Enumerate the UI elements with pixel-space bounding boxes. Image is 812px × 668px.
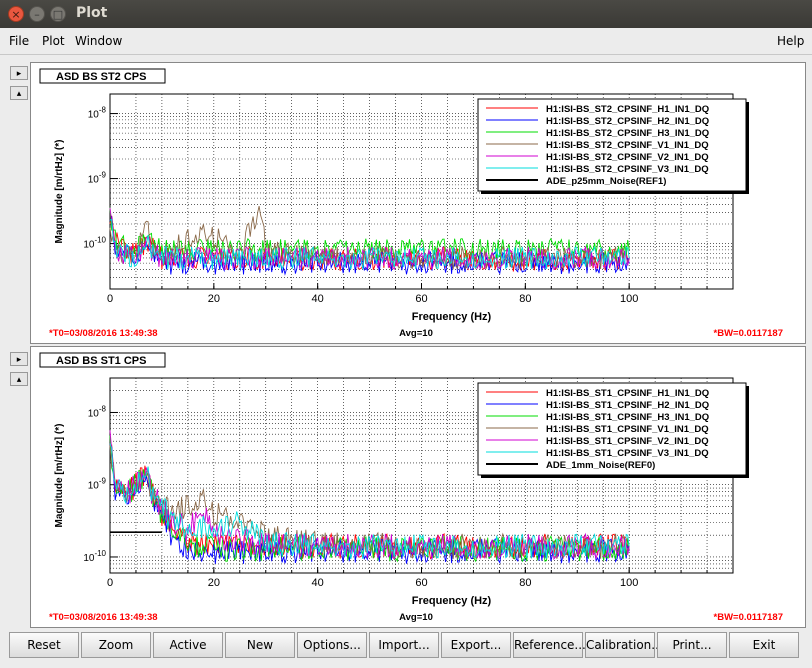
x-tick-label: 0 <box>107 293 113 305</box>
x-tick-label: 0 <box>107 577 113 589</box>
legend-label-2: H1:ISI-BS_ST1_CPSINF_H3_IN1_DQ <box>546 412 709 423</box>
active-button[interactable]: Active <box>153 632 223 658</box>
x-tick-label: 40 <box>312 293 324 305</box>
expand-pane-button-2[interactable]: ▸ <box>10 352 28 366</box>
expand-pane-button-1[interactable]: ▸ <box>10 66 28 80</box>
chart-st2[interactable]: ASD BS ST2 CPS 0 20 40 60 80 100 10-10 10-9 10-8 F… <box>31 63 805 343</box>
menu-window[interactable]: Window <box>75 34 122 48</box>
footer-avg: Avg=10 <box>399 328 433 339</box>
chart-st1[interactable]: ASD BS ST1 CPS 0 20 40 60 80 100 10-10 10-9 10-8 F… <box>31 347 805 627</box>
legend-label-4: H1:ISI-BS_ST1_CPSINF_V2_IN1_DQ <box>546 436 709 447</box>
minimize-window-button[interactable]: – <box>29 6 45 22</box>
print-button[interactable]: Print... <box>657 632 727 658</box>
chart-title: ASD BS ST2 CPS <box>56 71 146 83</box>
x-tick-label: 60 <box>415 293 427 305</box>
legend-label-6: ADE_p25mm_Noise(REF1) <box>546 176 666 187</box>
bottom-toolbar: Reset Zoom Active New Options... Import.… <box>0 628 812 668</box>
x-tick-label: 20 <box>208 293 220 305</box>
footer-bw: *BW=0.0117187 <box>714 328 783 339</box>
menu-file[interactable]: File <box>9 34 29 48</box>
x-axis-label: Frequency (Hz) <box>412 595 492 607</box>
chart-title: ASD BS ST1 CPS <box>56 355 146 367</box>
reference-button[interactable]: Reference... <box>513 632 586 658</box>
window-title: Plot <box>76 5 108 21</box>
series-group <box>109 206 630 276</box>
y-axis-label: Magnitude [m/rtHz] (*) <box>54 140 65 244</box>
plot-pane-st1[interactable]: ASD BS ST1 CPS 0 20 40 60 80 100 10-10 10-9 10-8 F… <box>30 346 806 628</box>
plot-pane-st2[interactable]: ASD BS ST2 CPS 0 20 40 60 80 100 10-10 10-9 10-8 F… <box>30 62 806 344</box>
legend-label-1: H1:ISI-BS_ST2_CPSINF_H2_IN1_DQ <box>546 116 709 127</box>
y-tick-label: 10-10 <box>83 549 106 564</box>
legend-label-4: H1:ISI-BS_ST2_CPSINF_V2_IN1_DQ <box>546 152 709 163</box>
x-tick-label: 60 <box>415 577 427 589</box>
y-axis-label: Magnitude [m/rtHz] (*) <box>54 424 65 528</box>
export-button[interactable]: Export... <box>441 632 511 658</box>
x-tick-label: 100 <box>620 293 638 305</box>
x-tick-label: 80 <box>519 293 531 305</box>
x-tick-label: 40 <box>312 577 324 589</box>
legend-label-5: H1:ISI-BS_ST1_CPSINF_V3_IN1_DQ <box>546 448 709 459</box>
footer-t0: *T0=03/08/2016 13:49:38 <box>49 328 158 339</box>
options-button[interactable]: Options... <box>297 632 367 658</box>
import-button[interactable]: Import... <box>369 632 439 658</box>
collapse-pane-button-1[interactable]: ▴ <box>10 86 28 100</box>
collapse-pane-button-2[interactable]: ▴ <box>10 372 28 386</box>
y-tick-label: 10-9 <box>88 477 107 492</box>
legend-label-0: H1:ISI-BS_ST2_CPSINF_H1_IN1_DQ <box>546 104 709 115</box>
exit-button[interactable]: Exit <box>729 632 799 658</box>
zoom-button[interactable]: Zoom <box>81 632 151 658</box>
legend-label-3: H1:ISI-BS_ST1_CPSINF_V1_IN1_DQ <box>546 424 709 435</box>
legend-label-2: H1:ISI-BS_ST2_CPSINF_H3_IN1_DQ <box>546 128 709 139</box>
x-tick-label: 20 <box>208 577 220 589</box>
legend-label-6: ADE_1mm_Noise(REF0) <box>546 460 655 471</box>
legend-label-0: H1:ISI-BS_ST1_CPSINF_H1_IN1_DQ <box>546 388 709 399</box>
x-tick-label: 100 <box>620 577 638 589</box>
menu-plot[interactable]: Plot <box>42 34 65 48</box>
legend-label-1: H1:ISI-BS_ST1_CPSINF_H2_IN1_DQ <box>546 400 709 411</box>
legend-label-3: H1:ISI-BS_ST2_CPSINF_V1_IN1_DQ <box>546 140 709 151</box>
y-tick-label: 10-10 <box>83 236 106 251</box>
footer-bw: *BW=0.0117187 <box>714 612 783 623</box>
y-tick-label: 10-9 <box>88 171 107 186</box>
calibration-button[interactable]: Calibration... <box>585 632 663 658</box>
legend-label-5: H1:ISI-BS_ST2_CPSINF_V3_IN1_DQ <box>546 164 709 175</box>
reset-button[interactable]: Reset <box>9 632 79 658</box>
close-window-button[interactable]: × <box>8 6 24 22</box>
maximize-window-button[interactable]: □ <box>50 6 66 22</box>
footer-t0: *T0=03/08/2016 13:49:38 <box>49 612 158 623</box>
x-tick-label: 80 <box>519 577 531 589</box>
window-titlebar: × – □ Plot <box>0 0 812 28</box>
new-button[interactable]: New <box>225 632 295 658</box>
y-tick-label: 10-8 <box>88 106 107 121</box>
menu-bar: File Plot Window Help <box>0 28 812 55</box>
y-tick-label: 10-8 <box>88 404 107 419</box>
x-axis-label: Frequency (Hz) <box>412 311 492 323</box>
menu-help[interactable]: Help <box>777 34 804 48</box>
footer-avg: Avg=10 <box>399 612 433 623</box>
